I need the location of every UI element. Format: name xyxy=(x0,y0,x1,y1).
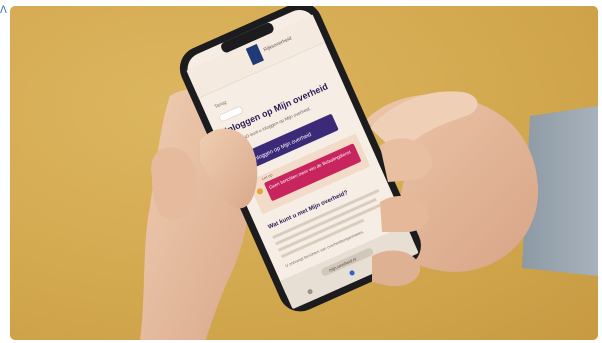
photo-illustration: Rijksoverheid Terug Inloggen op Mijn ove… xyxy=(140,6,598,340)
photo-frame: Rijksoverheid Terug Inloggen op Mijn ove… xyxy=(10,6,598,340)
corner-link-icon: ꓥ xyxy=(0,5,7,16)
